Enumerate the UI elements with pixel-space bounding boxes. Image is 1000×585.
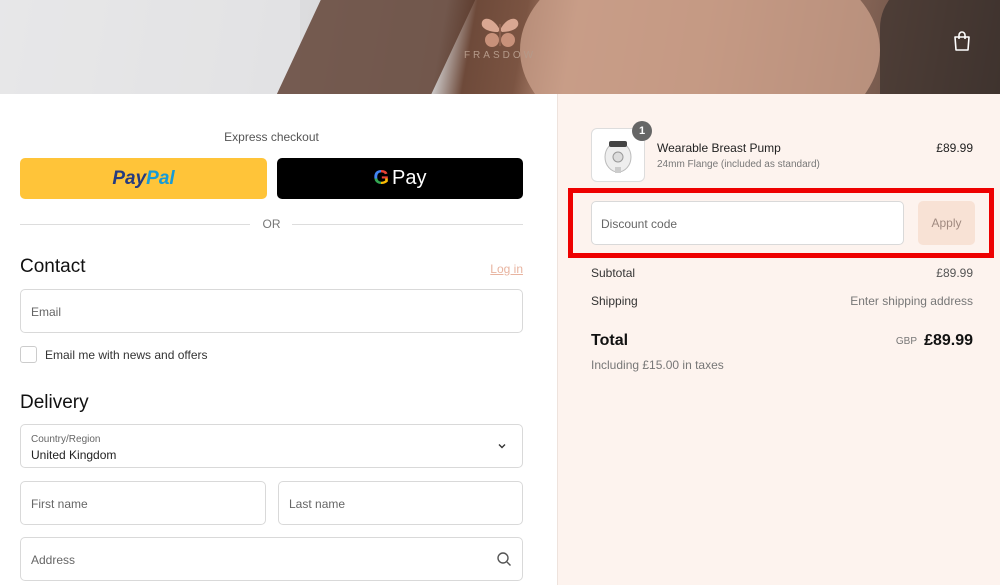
newsletter-checkbox[interactable]: [20, 346, 37, 363]
breast-pump-image: [604, 141, 632, 173]
last-name-placeholder: Last name: [289, 497, 346, 511]
butterfly-logo-icon: [481, 18, 519, 47]
address-field[interactable]: Address: [20, 537, 523, 581]
or-divider: OR: [20, 215, 523, 233]
contact-heading: Contact: [20, 256, 86, 277]
search-icon: [497, 552, 511, 566]
google-pay-button[interactable]: G Pay: [277, 158, 523, 199]
first-name-placeholder: First name: [31, 497, 88, 511]
discount-highlight-box: [568, 188, 994, 258]
product-variant: 24mm Flange (included as standard): [657, 159, 820, 170]
banner-photo-area: [0, 0, 300, 94]
first-name-field[interactable]: First name: [20, 481, 266, 525]
email-field[interactable]: Email: [20, 289, 523, 333]
last-name-field[interactable]: Last name: [278, 481, 523, 525]
shopping-bag-icon[interactable]: [952, 30, 974, 54]
google-g-icon: G: [373, 167, 390, 189]
product-name: Wearable Breast Pump: [657, 141, 781, 155]
shipping-label: Shipping: [591, 294, 638, 308]
country-select[interactable]: Country/Region United Kingdom: [20, 424, 523, 468]
tax-note: Including £15.00 in taxes: [591, 358, 724, 372]
email-placeholder: Email: [31, 305, 62, 319]
currency-code: GBP: [895, 336, 917, 347]
country-value: United Kingdom: [31, 448, 117, 462]
shipping-value: Enter shipping address: [850, 294, 973, 308]
subtotal-value: £89.99: [936, 266, 973, 280]
subtotal-label: Subtotal: [591, 266, 636, 280]
paypal-logo-part: Pay: [112, 167, 147, 189]
total-value: £89.99: [924, 332, 973, 349]
store-logo[interactable]: FRASDOW: [462, 14, 538, 70]
login-link[interactable]: Log in: [490, 262, 523, 276]
checkout-form: Express checkout Pay Pal G Pay OR Contact …: [0, 94, 557, 585]
paypal-logo-part: Pal: [146, 167, 175, 189]
chevron-down-icon: [498, 444, 506, 449]
quantity-badge: 1: [632, 121, 652, 141]
paypal-button[interactable]: Pay Pal: [20, 158, 267, 199]
address-placeholder: Address: [31, 553, 76, 567]
google-pay-label: Pay: [392, 167, 427, 189]
product-price: £89.99: [936, 141, 973, 155]
header-banner: FRASDOW: [0, 0, 1000, 94]
banner-photo-area: [880, 0, 1000, 94]
order-summary: 1 Wearable Breast Pump 24mm Flange (incl…: [557, 94, 1000, 585]
country-label: Country/Region: [31, 434, 101, 445]
delivery-heading: Delivery: [20, 392, 89, 413]
logo-text: FRASDOW: [463, 50, 537, 61]
newsletter-label[interactable]: Email me with news and offers: [45, 348, 208, 362]
express-checkout-label: Express checkout: [224, 130, 319, 144]
banner-photo-area: [520, 0, 880, 94]
divider-line: [292, 224, 523, 225]
total-label: Total: [591, 332, 629, 349]
